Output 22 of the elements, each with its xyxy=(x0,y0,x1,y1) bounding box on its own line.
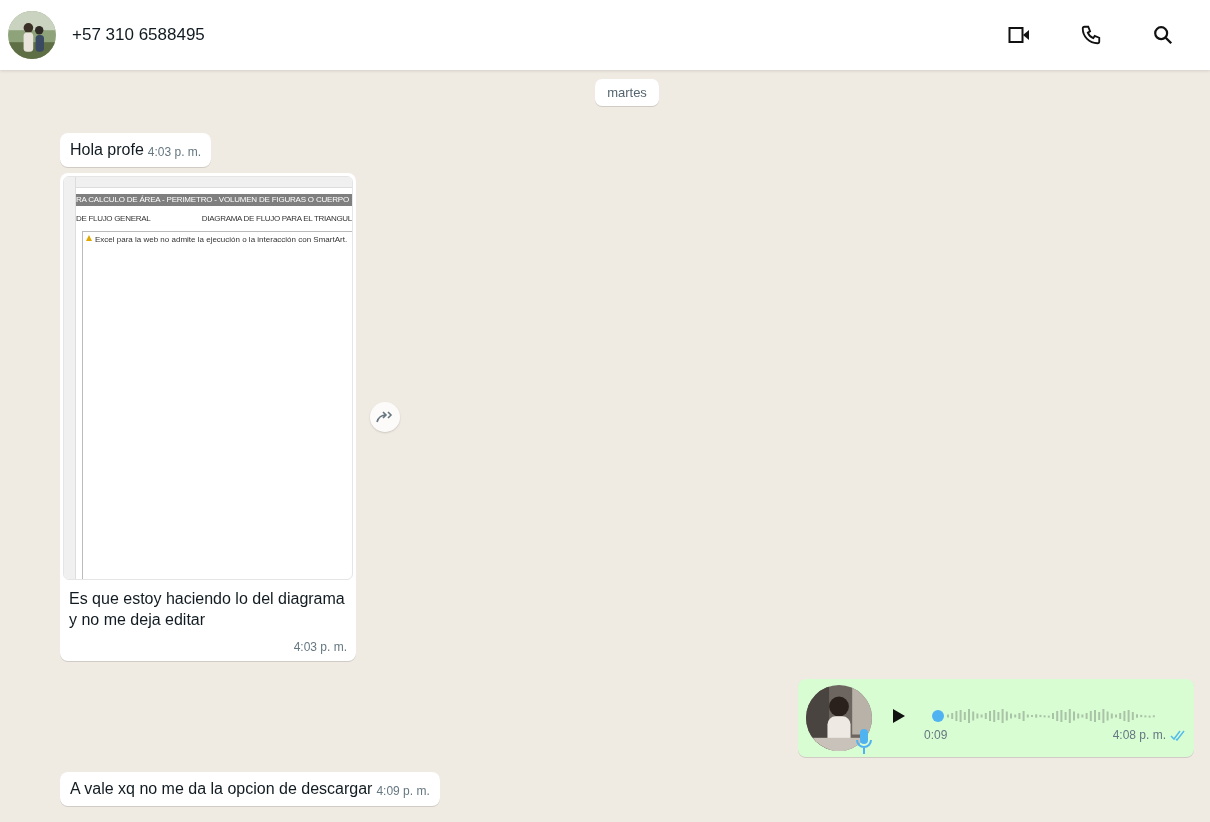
phone-icon[interactable] xyxy=(1080,24,1102,46)
message-text: Hola profe xyxy=(70,141,144,159)
sheet-title: RA CALCULO DE ÁREA - PERIMETRO - VOLUMEN DE FIGURAS O CUERPO xyxy=(76,194,352,206)
message-text: A vale xq no me da la opcion de descargar xyxy=(70,780,373,798)
message-time: 4:09 p. m. xyxy=(376,784,430,798)
voice-duration: 0:09 xyxy=(924,728,948,742)
play-icon[interactable] xyxy=(892,708,906,724)
video-call-icon[interactable] xyxy=(1008,26,1030,44)
message-time: 4:03 p. m. xyxy=(147,145,202,159)
message-text: Es que estoy haciendo lo del diagrama y no me deja editar xyxy=(68,589,346,630)
sheet-heading: DIAGRAMA DE FLUJO PARA EL TRIANGUL xyxy=(201,214,352,223)
forward-button[interactable] xyxy=(370,402,400,432)
forward-icon[interactable] xyxy=(376,410,394,424)
contact-name: +57 310 6588495 xyxy=(72,25,206,45)
warning-icon xyxy=(86,235,92,241)
message-time: 4:08 p. m. xyxy=(1112,728,1166,742)
search-icon[interactable] xyxy=(1152,24,1174,46)
microphone-icon xyxy=(856,729,872,755)
message-time: 4:03 p. m. xyxy=(292,639,348,656)
warning-text: Excel para la web no admite la ejecución o la interacción con SmartArt. xyxy=(95,235,348,245)
date-chip: martes xyxy=(595,79,659,106)
sheet-heading: DE FLUJO GENERAL xyxy=(76,214,151,223)
